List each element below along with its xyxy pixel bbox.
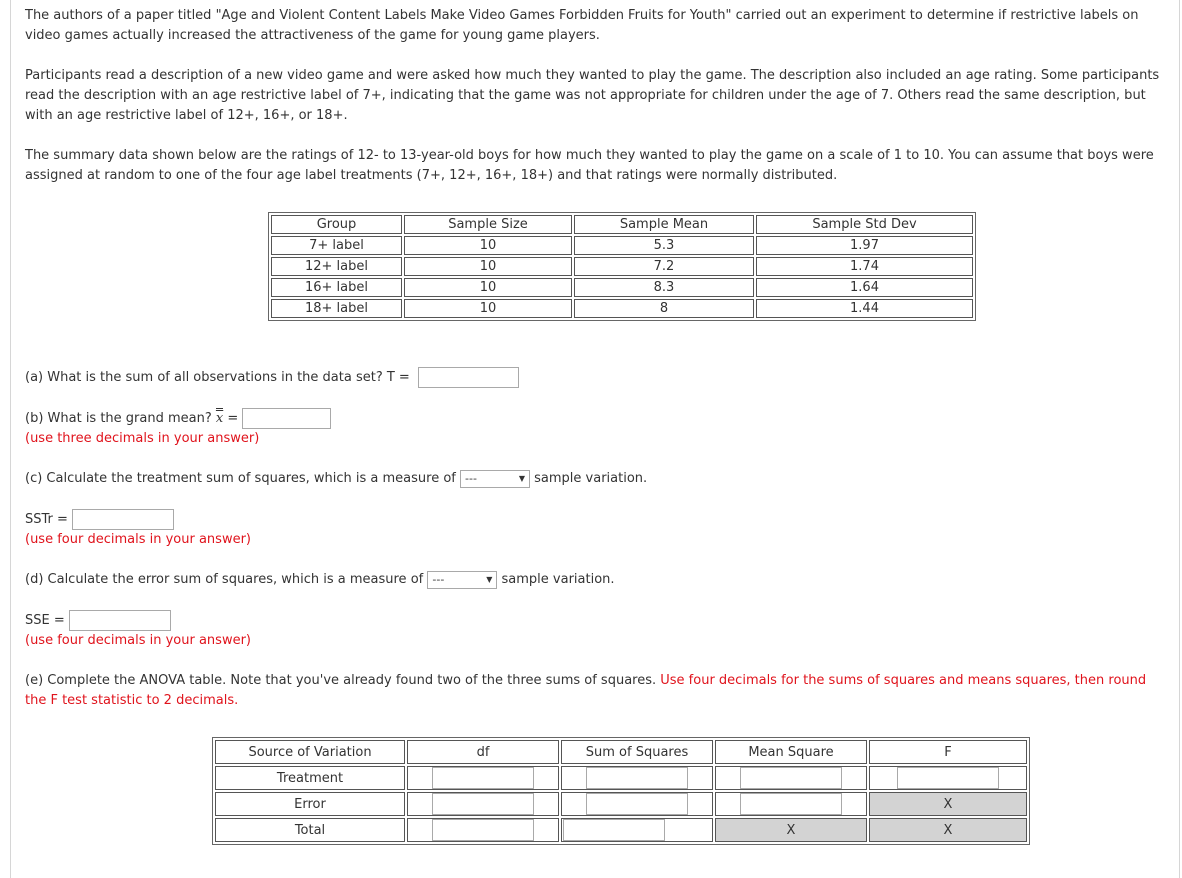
- source-cell: Total: [215, 818, 405, 842]
- sse-label: SSE =: [25, 613, 65, 628]
- grand-mean-symbol: x: [215, 408, 224, 429]
- group-cell: 12+ label: [271, 257, 402, 276]
- group-cell: 16+ label: [271, 278, 402, 297]
- size-cell: 10: [404, 236, 572, 255]
- table-row: 12+ label 10 7.2 1.74: [271, 257, 973, 276]
- ss-cell: [561, 792, 713, 816]
- df-cell: [407, 792, 559, 816]
- error-ms-input[interactable]: [740, 793, 842, 815]
- anova-header-row: Source of Variation df Sum of Squares Me…: [215, 740, 1027, 764]
- part-c: (c) Calculate the treatment sum of squar…: [25, 469, 647, 489]
- group-cell: 18+ label: [271, 299, 402, 318]
- sse-row: SSE =: [25, 610, 171, 631]
- group-cell: 7+ label: [271, 236, 402, 255]
- part-c-suffix: sample variation.: [534, 471, 648, 486]
- ms-cell: [715, 792, 867, 816]
- df-cell: [407, 766, 559, 790]
- treatment-df-input[interactable]: [432, 767, 534, 789]
- header-sample-mean: Sample Mean: [574, 215, 754, 234]
- header-sample-size: Sample Size: [404, 215, 572, 234]
- error-variation-select[interactable]: --- ▼: [427, 570, 498, 589]
- part-a-question: (a) What is the sum of all observations …: [25, 370, 410, 385]
- std-cell: 1.74: [756, 257, 973, 276]
- f-cell: [869, 766, 1027, 790]
- df-cell: [407, 818, 559, 842]
- sstr-label: SSTr =: [25, 512, 68, 527]
- part-a: (a) What is the sum of all observations …: [25, 367, 519, 388]
- select-value: ---: [465, 471, 477, 485]
- header-source: Source of Variation: [215, 740, 405, 764]
- f-cell-disabled: X: [869, 792, 1027, 816]
- treatment-variation-select[interactable]: --- ▼: [460, 469, 531, 488]
- header-f: F: [869, 740, 1027, 764]
- treatment-ms-input[interactable]: [740, 767, 842, 789]
- part-d-suffix: sample variation.: [501, 572, 615, 587]
- dropdown-arrow-icon: ▼: [486, 574, 493, 584]
- part-d-question: (d) Calculate the error sum of squares, …: [25, 572, 424, 587]
- table-row: 18+ label 10 8 1.44: [271, 299, 973, 318]
- mean-cell: 7.2: [574, 257, 754, 276]
- part-b-hint: (use three decimals in your answer): [25, 431, 260, 446]
- header-group: Group: [271, 215, 402, 234]
- mean-cell: 8.3: [574, 278, 754, 297]
- dropdown-arrow-icon: ▼: [518, 473, 526, 483]
- total-df-input[interactable]: [432, 819, 534, 841]
- intro-paragraph-3: The summary data shown below are the rat…: [25, 148, 1154, 183]
- sum-t-input[interactable]: [417, 367, 519, 388]
- ms-cell: [715, 766, 867, 790]
- sse-input[interactable]: [68, 610, 171, 631]
- error-df-input[interactable]: [432, 793, 534, 815]
- summary-table: Group Sample Size Sample Mean Sample Std…: [268, 212, 976, 321]
- grand-mean-input[interactable]: [242, 408, 332, 429]
- part-d: (d) Calculate the error sum of squares, …: [25, 570, 615, 590]
- part-b-equals: =: [227, 411, 239, 426]
- header-df: df: [407, 740, 559, 764]
- table-row: 7+ label 10 5.3 1.97: [271, 236, 973, 255]
- anova-row-error: Error X: [215, 792, 1027, 816]
- table-row: 16+ label 10 8.3 1.64: [271, 278, 973, 297]
- anova-row-total: Total X X: [215, 818, 1027, 842]
- sstr-input[interactable]: [72, 509, 175, 530]
- ss-cell: [561, 818, 713, 842]
- part-c-question: (c) Calculate the treatment sum of squar…: [25, 471, 456, 486]
- part-e-instruction: (e) Complete the ANOVA table. Note that …: [25, 673, 657, 688]
- f-statistic-input[interactable]: [897, 767, 999, 789]
- error-ss-input[interactable]: [586, 793, 688, 815]
- sstr-row: SSTr =: [25, 509, 175, 530]
- treatment-ss-input[interactable]: [586, 767, 688, 789]
- part-b-question: (b) What is the grand mean?: [25, 411, 212, 426]
- mean-cell: 8: [574, 299, 754, 318]
- header-sample-std-dev: Sample Std Dev: [756, 215, 973, 234]
- part-d-hint: (use four decimals in your answer): [25, 633, 251, 648]
- std-cell: 1.64: [756, 278, 973, 297]
- total-ss-input[interactable]: [563, 819, 665, 841]
- anova-table: Source of Variation df Sum of Squares Me…: [212, 737, 1030, 845]
- std-cell: 1.44: [756, 299, 973, 318]
- header-sum-of-squares: Sum of Squares: [561, 740, 713, 764]
- ms-cell-disabled: X: [715, 818, 867, 842]
- mean-cell: 5.3: [574, 236, 754, 255]
- ss-cell: [561, 766, 713, 790]
- size-cell: 10: [404, 299, 572, 318]
- header-mean-square: Mean Square: [715, 740, 867, 764]
- part-b: (b) What is the grand mean? x =: [25, 408, 332, 429]
- f-cell-disabled: X: [869, 818, 1027, 842]
- part-c-hint: (use four decimals in your answer): [25, 532, 251, 547]
- size-cell: 10: [404, 257, 572, 276]
- source-cell: Treatment: [215, 766, 405, 790]
- source-cell: Error: [215, 792, 405, 816]
- intro-paragraph-2: Participants read a description of a new…: [25, 68, 1160, 123]
- summary-header-row: Group Sample Size Sample Mean Sample Std…: [271, 215, 973, 234]
- std-cell: 1.97: [756, 236, 973, 255]
- intro-paragraph-1: The authors of a paper titled "Age and V…: [25, 8, 1139, 43]
- anova-row-treatment: Treatment: [215, 766, 1027, 790]
- select-value: ---: [432, 572, 445, 586]
- size-cell: 10: [404, 278, 572, 297]
- part-e-text: (e) Complete the ANOVA table. Note that …: [25, 671, 1165, 711]
